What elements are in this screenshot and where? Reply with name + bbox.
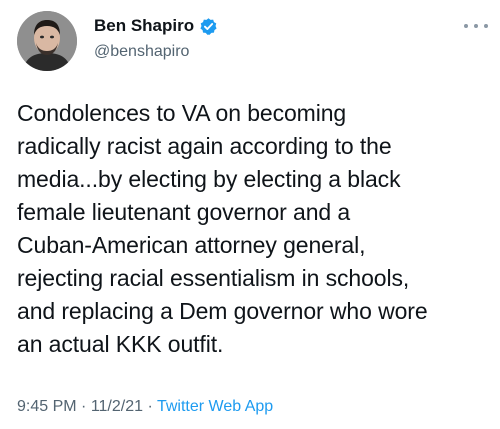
author-handle[interactable]: @benshapiro — [94, 42, 189, 62]
author-avatar[interactable] — [17, 11, 77, 71]
verified-badge-icon — [199, 17, 218, 36]
tweet-metadata: 9:45 PM · 11/2/21 · Twitter Web App — [17, 397, 273, 417]
tweet-date[interactable]: 11/2/21 — [91, 398, 143, 415]
more-options-icon[interactable] — [464, 18, 488, 34]
avatar-image — [17, 11, 77, 71]
author-name-row: Ben Shapiro — [94, 16, 218, 36]
tweet-source[interactable]: Twitter Web App — [157, 398, 273, 415]
more-dot — [464, 24, 468, 28]
tweet-time[interactable]: 9:45 PM — [17, 398, 77, 415]
meta-separator: · — [143, 398, 157, 415]
meta-separator: · — [76, 398, 91, 415]
more-dot — [474, 24, 478, 28]
tweet-text: Condolences to VA on becoming radically … — [17, 100, 428, 357]
more-dot — [484, 24, 488, 28]
author-display-name[interactable]: Ben Shapiro — [94, 16, 194, 36]
tweet-card: Ben Shapiro @benshapiro Condolences to V… — [0, 0, 500, 429]
